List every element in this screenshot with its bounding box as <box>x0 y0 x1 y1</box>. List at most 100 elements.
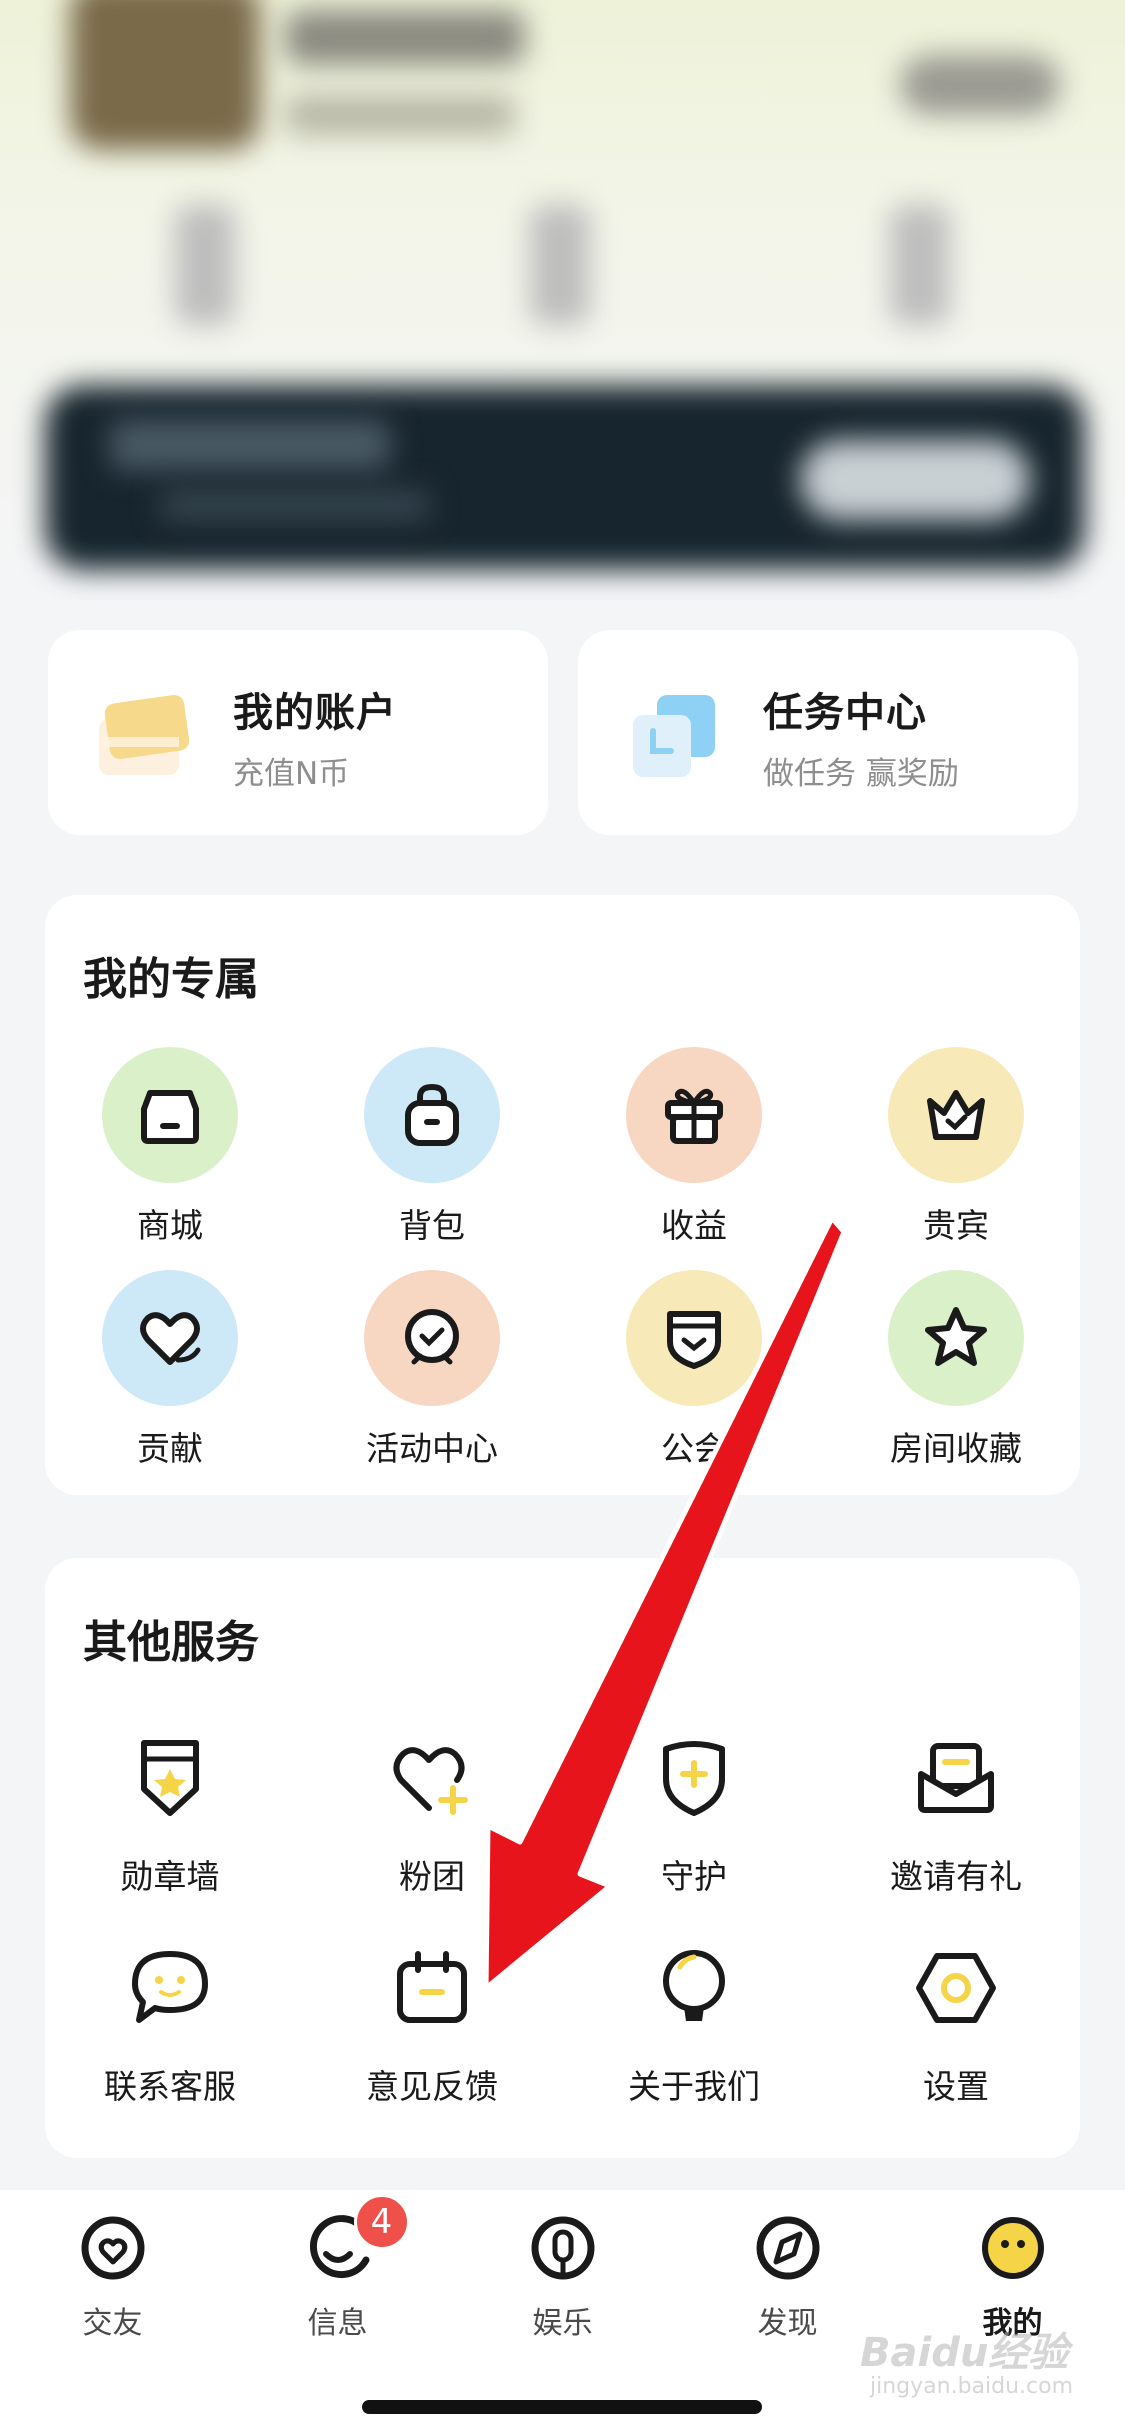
gift-icon <box>665 1088 723 1144</box>
card-subtitle: 充值N币 <box>233 756 350 792</box>
friends-icon <box>81 2216 144 2280</box>
icon-circle <box>888 1270 1024 1406</box>
nav-label: 娱乐 <box>532 2306 593 2341</box>
activity-icon <box>405 1309 459 1365</box>
stat-blurred[interactable] <box>175 205 235 325</box>
icon-holder <box>748 2210 828 2290</box>
icon-holder <box>523 2210 603 2290</box>
icon-holder <box>120 1728 220 1828</box>
grid-item-contribution[interactable]: 贡献 <box>45 1270 295 1470</box>
shop-icon <box>141 1090 199 1144</box>
grid-item-income[interactable]: 收益 <box>569 1047 819 1247</box>
icon-circle <box>888 1047 1024 1183</box>
user-info-blurred <box>285 95 515 135</box>
icon-holder: 4 <box>298 2194 410 2290</box>
shield-icon <box>663 1741 725 1816</box>
nav-label: 交友 <box>82 2306 143 2341</box>
nav-friends[interactable]: 交友 <box>0 2210 225 2342</box>
icon-holder <box>73 2210 153 2290</box>
card-title: 任务中心 <box>763 690 927 736</box>
grid-label: 商城 <box>137 1206 203 1245</box>
guild-icon <box>667 1311 721 1369</box>
grid-item-feedback[interactable]: 意见反馈 <box>307 1938 557 2108</box>
grid-label: 贡献 <box>137 1429 203 1468</box>
username-blurred <box>285 10 525 65</box>
icon-holder <box>906 1728 1006 1828</box>
grid-label: 收益 <box>661 1206 727 1245</box>
profile-header <box>0 0 1125 600</box>
fan-heart-icon <box>393 1747 468 1815</box>
card-icon <box>99 694 190 775</box>
icon-holder <box>644 1938 744 2038</box>
icon-holder <box>120 1938 220 2038</box>
card-title: 我的账户 <box>233 690 397 736</box>
grid-label: 勋章墙 <box>120 1857 220 1896</box>
hexagon-settings-icon <box>916 1953 996 2023</box>
chat-icon <box>132 1951 208 2023</box>
card-subtitle: 做任务 赢奖励 <box>763 756 959 792</box>
entertainment-icon <box>531 2216 594 2280</box>
stat-blurred[interactable] <box>530 205 590 325</box>
grid-item-guard[interactable]: 守护 <box>569 1728 819 1898</box>
grid-label: 房间收藏 <box>890 1429 1022 1468</box>
task-center-card[interactable]: 任务中心 做任务 赢奖励 <box>578 630 1078 835</box>
banner-subtext-blurred <box>160 490 430 520</box>
banner-button-blurred[interactable] <box>800 440 1030 520</box>
grid-label: 粉团 <box>399 1857 465 1896</box>
icon-circle <box>626 1047 762 1183</box>
grid-item-vip[interactable]: 贵宾 <box>831 1047 1081 1247</box>
grid-label: 意见反馈 <box>366 2067 498 2106</box>
nav-messages[interactable]: 4 信息 <box>225 2194 450 2342</box>
grid-label: 守护 <box>661 1857 727 1896</box>
banner-text-blurred <box>110 420 390 470</box>
services-section: 其他服务 勋章墙 粉团 守护 邀请有礼 联系客服 意见反馈 关于我们 设置 <box>45 1558 1080 2158</box>
icon-holder <box>906 1938 1006 2038</box>
avatar[interactable] <box>70 0 260 150</box>
section-title: 其他服务 <box>83 1617 259 1668</box>
task-icon <box>633 695 715 777</box>
exclusive-section: 我的专属 商城 背包 收益 贵宾 贡献 活动中心 公会 房间收藏 <box>45 895 1080 1495</box>
stat-blurred[interactable] <box>890 205 950 325</box>
icon-holder <box>382 1938 482 2038</box>
grid-item-settings[interactable]: 设置 <box>831 1938 1081 2108</box>
icon-circle <box>364 1047 500 1183</box>
icon-circle <box>102 1270 238 1406</box>
grid-item-activity-center[interactable]: 活动中心 <box>307 1270 557 1470</box>
heart-icon <box>140 1312 201 1365</box>
nav-entertainment[interactable]: 娱乐 <box>450 2210 675 2342</box>
grid-label: 设置 <box>923 2067 989 2106</box>
grid-label: 活动中心 <box>366 1429 498 1468</box>
profile-button-blurred[interactable] <box>900 55 1060 115</box>
grid-item-about-us[interactable]: 关于我们 <box>569 1938 819 2108</box>
grid-item-fan-group[interactable]: 粉团 <box>307 1728 557 1898</box>
grid-item-customer-service[interactable]: 联系客服 <box>45 1938 295 2108</box>
icon-holder <box>382 1728 482 1828</box>
me-icon <box>981 2217 1044 2279</box>
icon-circle <box>364 1270 500 1406</box>
grid-item-guild[interactable]: 公会 <box>569 1270 819 1470</box>
grid-item-medal-wall[interactable]: 勋章墙 <box>45 1728 295 1898</box>
nav-label: 信息 <box>307 2306 368 2341</box>
grid-label: 背包 <box>399 1206 465 1245</box>
crown-icon <box>927 1090 985 1140</box>
grid-item-room-favorites[interactable]: 房间收藏 <box>831 1270 1081 1470</box>
my-account-card[interactable]: 我的账户 充值N币 <box>48 630 548 835</box>
grid-label: 关于我们 <box>628 2067 760 2106</box>
icon-holder <box>644 1728 744 1828</box>
grid-label: 贵宾 <box>923 1206 989 1245</box>
icon-circle <box>102 1047 238 1183</box>
grid-item-invite-reward[interactable]: 邀请有礼 <box>831 1728 1081 1898</box>
discover-icon <box>756 2216 819 2280</box>
unread-badge: 4 <box>353 2194 410 2250</box>
feedback-icon <box>397 1951 467 2023</box>
grid-item-shop[interactable]: 商城 <box>45 1047 295 1247</box>
section-title: 我的专属 <box>83 954 259 1005</box>
grid-label: 联系客服 <box>104 2067 236 2106</box>
grid-item-backpack[interactable]: 背包 <box>307 1047 557 1247</box>
medal-icon <box>141 1740 199 1816</box>
bulb-icon <box>663 1950 725 2021</box>
icon-holder <box>973 2210 1053 2290</box>
envelope-icon <box>918 1743 994 1813</box>
baidu-watermark: Baidu经验 <box>860 2330 1069 2376</box>
icon-circle <box>626 1270 762 1406</box>
